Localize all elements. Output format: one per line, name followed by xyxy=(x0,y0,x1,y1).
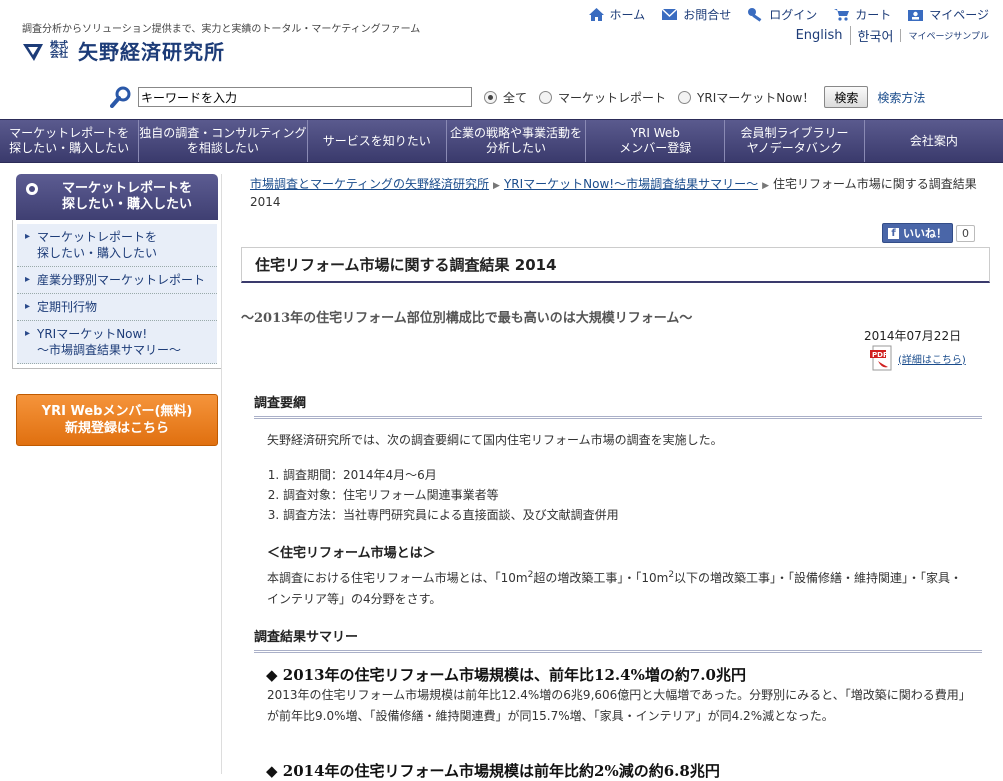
sidebar-list: マーケットレポートを 探したい・購入したい 産業分野別マーケットレポート 定期刊… xyxy=(12,220,222,369)
cta-line1: YRI Webメンバー(無料) xyxy=(41,404,193,419)
breadcrumb-separator-icon: ▶ xyxy=(762,181,770,191)
topnav-home[interactable]: ホーム xyxy=(588,6,646,23)
summary-heading-2014: ◆ 2014年の住宅リフォーム市場規模は前年比約2%減の約6.8兆円 xyxy=(266,762,720,780)
radio-icon xyxy=(539,90,553,104)
mainnav-strategy[interactable]: 企業の戦略や事業活動を 分析したい xyxy=(447,120,587,162)
lang-korean[interactable]: 한국어 xyxy=(849,26,901,45)
search-option-all[interactable]: 全て xyxy=(484,89,527,106)
sidebar-item-periodicals[interactable]: 定期刊行物 xyxy=(17,294,217,321)
sidebar: マーケットレポートを 探したい・購入したい マーケットレポートを 探したい・購入… xyxy=(12,174,222,369)
logo-mark-icon xyxy=(23,43,43,61)
mainnav-services[interactable]: サービスを知りたい xyxy=(308,120,447,162)
search-option-yri-now-label: YRIマーケットNow！ xyxy=(697,90,815,105)
section-heading-summary: 調査結果サマリー xyxy=(254,626,982,653)
search-option-yri-now[interactable]: YRIマーケットNow！ xyxy=(678,89,814,106)
sidebar-item-yri-now[interactable]: YRIマーケットNow! ～市場調査結果サマリー～ xyxy=(17,321,217,364)
definition-text: 本調査における住宅リフォーム市場とは、「10m2超の増改築工事」・「10m2以下… xyxy=(267,565,967,610)
outline-item: 調査期間：2014年4月～6月 xyxy=(283,465,619,485)
topnav-cart[interactable]: カート xyxy=(833,6,891,23)
top-nav: ホーム お問合せ ログイン カート マイページ xyxy=(588,6,989,23)
search-button[interactable]: 検索 xyxy=(824,86,869,108)
topnav-contact[interactable]: お問合せ xyxy=(661,6,731,23)
column-divider xyxy=(221,174,222,774)
search-input[interactable] xyxy=(138,87,472,107)
breadcrumb: 市場調査とマーケティングの矢野経済研究所 ▶ YRIマーケットNow!～市場調査結果… xyxy=(250,176,992,210)
pdf-link[interactable]: PDF (詳細はこちら) xyxy=(870,345,966,371)
sidebar-heading-label: マーケットレポートを 探したい・購入したい xyxy=(61,181,192,212)
radio-icon xyxy=(678,90,692,104)
mainnav-company[interactable]: 会社案内 xyxy=(865,120,1003,162)
sidebar-item-market-report[interactable]: マーケットレポートを 探したい・購入したい xyxy=(17,224,217,267)
yri-member-signup-button[interactable]: YRI Webメンバー(無料) 新規登録はこちら xyxy=(16,394,218,446)
publish-date: 2014年07月22日 xyxy=(864,329,962,343)
search-option-market-report[interactable]: マーケットレポート xyxy=(539,89,666,106)
definition-part: 本調査における住宅リフォーム市場とは、「10m xyxy=(267,571,528,585)
definition-heading: ＜住宅リフォーム市場とは＞ xyxy=(267,546,436,561)
like-count: 0 xyxy=(956,224,975,242)
logo-sub: 株式会社 xyxy=(50,40,69,60)
mypage-sample-link[interactable]: マイページサンプル xyxy=(900,29,989,42)
logo-name: 矢野経済研究所 xyxy=(78,40,225,64)
radio-icon xyxy=(484,90,497,104)
key-icon xyxy=(748,8,762,22)
facebook-like-button[interactable]: f いいね！ xyxy=(882,223,953,243)
language-nav: English 한국어 マイページサンプル xyxy=(789,26,989,45)
mypage-icon xyxy=(908,10,924,21)
topnav-contact-label: お問合せ xyxy=(683,8,732,22)
topnav-mypage-label: マイページ xyxy=(929,8,989,22)
sidebar-item-industry-reports[interactable]: 産業分野別マーケットレポート xyxy=(17,267,217,294)
topnav-mypage[interactable]: マイページ xyxy=(907,6,989,23)
home-icon xyxy=(588,8,604,21)
svg-text:PDF: PDF xyxy=(872,351,888,359)
section-heading-outline: 調査要綱 xyxy=(254,392,982,419)
cta-line2: 新規登録はこちら xyxy=(64,421,169,436)
topnav-cart-label: カート xyxy=(855,8,892,22)
topnav-login[interactable]: ログイン xyxy=(747,6,817,23)
facebook-like-label: いいね！ xyxy=(903,227,947,240)
breadcrumb-home-link[interactable]: 市場調査とマーケティングの矢野経済研究所 xyxy=(250,177,489,191)
mainnav-yri-web[interactable]: YRI Web メンバー登録 xyxy=(586,120,726,162)
site-logo[interactable]: 株式会社 矢野経済研究所 xyxy=(22,36,225,65)
main-nav: マーケットレポートを 探したい・購入したい 独自の調査・コンサルティング を相談… xyxy=(0,119,1003,163)
cart-icon xyxy=(834,9,850,21)
summary-body-2013: 2013年の住宅リフォーム市場規模は前年比12.4%増の6兆9,606億円と大幅… xyxy=(267,688,965,723)
mainnav-consulting[interactable]: 独自の調査・コンサルティング を相談したい xyxy=(139,120,308,162)
circle-bullet-icon xyxy=(26,183,38,195)
breadcrumb-separator-icon: ▶ xyxy=(493,181,500,191)
outline-list: 調査期間：2014年4月～6月 調査対象：住宅リフォーム関連事業者等 調査方法：… xyxy=(267,465,619,525)
mainnav-market-report[interactable]: マーケットレポートを 探したい・購入したい xyxy=(0,120,140,162)
search-icon xyxy=(110,86,131,108)
page-subtitle: ～2013年の住宅リフォーム部位別構成比で最も高いのは大規模リフォーム～ xyxy=(241,311,693,326)
search-option-all-label: 全て xyxy=(503,90,528,105)
mainnav-library[interactable]: 会員制ライブラリー ヤノデータバンク xyxy=(725,120,865,162)
breadcrumb-yri-now-link[interactable]: YRIマーケットNow!～市場調査結果サマリー～ xyxy=(504,177,758,191)
topnav-login-label: ログイン xyxy=(769,8,818,22)
topnav-home-label: ホーム xyxy=(609,8,646,22)
site-tagline: 調査分析からソリューション提供まで、実力と実績のトータル・マーケティングファーム xyxy=(22,24,421,35)
intro-text: 矢野経済研究所では、次の調査要綱にて国内住宅リフォーム市場の調査を実施した。 xyxy=(267,433,723,447)
search-bar: 全て マーケットレポート YRIマーケットNow！ 検索 検索方法 xyxy=(110,86,925,108)
pdf-icon: PDF xyxy=(870,345,892,371)
outline-item: 調査方法：当社専門研究員による直接面談、及び文献調査併用 xyxy=(283,505,619,525)
pdf-link-label: (詳細はこちら) xyxy=(898,354,966,366)
search-option-market-report-label: マーケットレポート xyxy=(558,90,667,105)
lang-english[interactable]: English xyxy=(789,28,850,43)
facebook-icon: f xyxy=(888,227,899,239)
outline-item: 調査対象：住宅リフォーム関連事業者等 xyxy=(283,485,619,505)
page-title: 住宅リフォーム市場に関する調査結果 2014 xyxy=(241,247,990,283)
search-help-link[interactable]: 検索方法 xyxy=(877,89,925,106)
summary-heading-2013: ◆ 2013年の住宅リフォーム市場規模は、前年比12.4%増の約7.0兆円 xyxy=(266,666,746,684)
sidebar-heading[interactable]: マーケットレポートを 探したい・購入したい xyxy=(16,174,218,220)
facebook-like: f いいね！ 0 xyxy=(882,223,975,243)
definition-part: 超の増改築工事」・「10m xyxy=(533,571,669,585)
mail-icon xyxy=(661,8,678,20)
